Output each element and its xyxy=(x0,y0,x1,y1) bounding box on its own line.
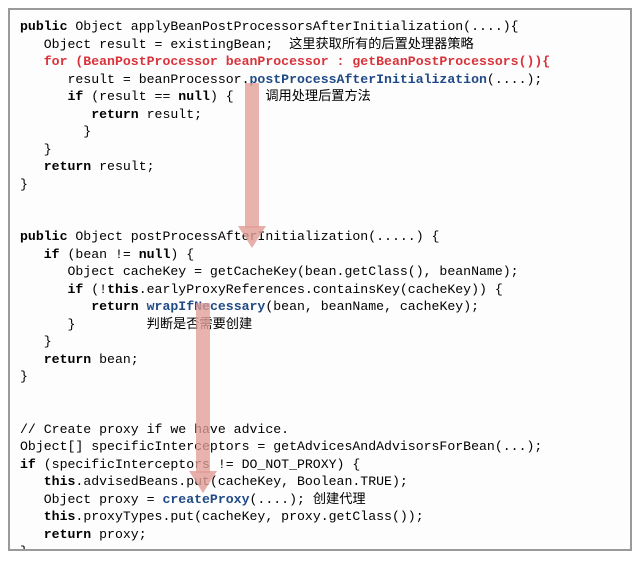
kw-if: if xyxy=(20,457,36,472)
code-text: Object applyBeanPostProcessorsAfterIniti… xyxy=(67,19,518,34)
kw-if: if xyxy=(20,247,60,262)
kw-return: return xyxy=(20,299,139,314)
code-text: (result == xyxy=(83,89,178,104)
code-text: } xyxy=(20,317,75,332)
code-text: } xyxy=(20,369,28,384)
kw-public: public xyxy=(20,19,67,34)
code-text: (bean != xyxy=(60,247,139,262)
code-text: result; xyxy=(139,107,202,122)
code-text: } xyxy=(20,177,28,192)
code-text: (specificInterceptors != DO_NOT_PROXY) { xyxy=(36,457,360,472)
code-text: Object[] specificInterceptors = getAdvic… xyxy=(20,439,542,454)
kw-this: this xyxy=(20,474,75,489)
kw-this: this xyxy=(20,509,75,524)
code-panel: public Object applyBeanPostProcessorsAft… xyxy=(8,8,632,551)
kw-this: this xyxy=(107,282,139,297)
hl-wrapifnecessary: wrapIfNecessary xyxy=(147,299,266,314)
code-text: .earlyProxyReferences.containsKey(cacheK… xyxy=(139,282,503,297)
kw-if: if xyxy=(20,89,83,104)
code-text: } xyxy=(20,544,28,551)
annotation-create-proxy: 创建代理 xyxy=(313,492,366,507)
code-content: public Object applyBeanPostProcessorsAft… xyxy=(20,18,620,551)
code-text xyxy=(139,299,147,314)
code-text: result; xyxy=(91,159,154,174)
code-text: proxy; xyxy=(91,527,146,542)
comment-create-proxy: // Create proxy if we have advice. xyxy=(20,422,289,437)
kw-if: if xyxy=(20,282,83,297)
code-text: (bean, beanName, cacheKey); xyxy=(265,299,479,314)
code-text: Object postProcessAfterInitialization(..… xyxy=(67,229,439,244)
code-text: } xyxy=(20,142,52,157)
code-text: bean; xyxy=(91,352,138,367)
code-text: .proxyTypes.put(cacheKey, proxy.getClass… xyxy=(75,509,423,524)
kw-public: public xyxy=(20,229,67,244)
viewport: public Object applyBeanPostProcessorsAft… xyxy=(0,0,640,561)
code-text: (....); xyxy=(487,72,542,87)
code-text: Object result = existingBean; xyxy=(20,37,289,52)
code-text: result = beanProcessor. xyxy=(20,72,250,87)
annotation-get-processors: 这里获取所有的后置处理器策略 xyxy=(289,37,474,52)
code-text: } xyxy=(20,124,91,139)
annotation-judge-create: 判断是否需要创建 xyxy=(75,317,252,332)
hl-postprocess: postProcessAfterInitialization xyxy=(250,72,487,87)
code-text: Object proxy = xyxy=(20,492,162,507)
annotation-call-post: 调用处理后置方法 xyxy=(234,89,371,104)
code-text: ) { xyxy=(170,247,194,262)
code-text: .advisedBeans.put(cacheKey, Boolean.TRUE… xyxy=(75,474,407,489)
code-text: ) { xyxy=(210,89,234,104)
kw-return: return xyxy=(20,352,91,367)
code-text: } xyxy=(20,334,52,349)
kw-return: return xyxy=(20,107,139,122)
kw-null: null xyxy=(139,247,171,262)
kw-return: return xyxy=(20,527,91,542)
code-text: Object cacheKey = getCacheKey(bean.getCl… xyxy=(20,264,519,279)
code-text: (....); xyxy=(250,492,313,507)
hl-createproxy: createProxy xyxy=(162,492,249,507)
hl-for-loop: for (BeanPostProcessor beanProcessor : g… xyxy=(20,54,550,69)
code-text: (! xyxy=(83,282,107,297)
kw-return: return xyxy=(20,159,91,174)
kw-null: null xyxy=(178,89,210,104)
